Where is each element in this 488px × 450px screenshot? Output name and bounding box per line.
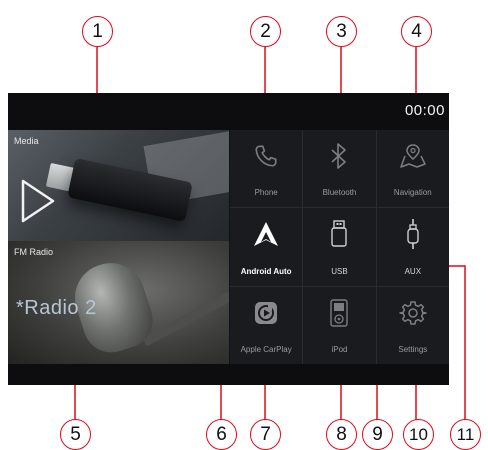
aux-button[interactable]: AUX xyxy=(376,208,449,286)
callout-9: 9 xyxy=(362,419,393,450)
head-unit-screen: 00:00 Media FM Radio *Radio 2 Phone Blue… xyxy=(8,93,449,385)
ipod-icon xyxy=(322,296,356,330)
mic-stand-graphic xyxy=(142,285,229,347)
callout-10: 10 xyxy=(403,419,434,450)
navigation-label: Navigation xyxy=(393,188,432,198)
fm-radio-label: FM Radio xyxy=(14,247,54,257)
callout-3: 3 xyxy=(326,16,357,47)
android-auto-button[interactable]: Android Auto xyxy=(230,208,303,286)
map-pin-icon xyxy=(396,139,430,173)
android-auto-icon xyxy=(249,217,283,251)
bluetooth-button[interactable]: Bluetooth xyxy=(303,130,376,208)
usb-label: USB xyxy=(331,266,348,276)
callout-11: 11 xyxy=(450,419,481,450)
usb-drive-icon xyxy=(322,217,356,251)
usb-button[interactable]: USB xyxy=(303,208,376,286)
phone-button[interactable]: Phone xyxy=(230,130,303,208)
settings-button[interactable]: Settings xyxy=(376,286,449,364)
bottom-strip xyxy=(8,364,449,385)
media-tile[interactable]: Media xyxy=(8,130,229,241)
status-bar: 00:00 xyxy=(8,93,449,130)
callout-5: 5 xyxy=(60,419,91,450)
apple-carplay-label: Apple CarPlay xyxy=(240,345,292,354)
radio-station-name: *Radio 2 xyxy=(16,297,97,319)
callout-1: 1 xyxy=(82,16,113,47)
phone-icon xyxy=(249,139,283,173)
callout-6: 6 xyxy=(206,419,237,450)
aux-plug-icon xyxy=(396,217,430,251)
fm-radio-tile[interactable]: FM Radio *Radio 2 xyxy=(8,241,229,364)
bluetooth-label: Bluetooth xyxy=(322,188,357,198)
ipod-label: iPod xyxy=(331,345,348,354)
phone-label: Phone xyxy=(254,188,278,198)
callout-8: 8 xyxy=(326,419,357,450)
play-icon xyxy=(21,179,55,223)
gear-icon xyxy=(396,296,430,330)
callout-7: 7 xyxy=(250,419,281,450)
carplay-icon xyxy=(249,296,283,330)
callout-4: 4 xyxy=(401,16,432,47)
app-grid: Phone Bluetooth Navigation Android Auto xyxy=(230,130,449,364)
clock: 00:00 xyxy=(404,102,445,119)
ipod-button[interactable]: iPod xyxy=(303,286,376,364)
bluetooth-icon xyxy=(322,139,356,173)
callout-2: 2 xyxy=(250,16,281,47)
navigation-button[interactable]: Navigation xyxy=(376,130,449,208)
settings-label: Settings xyxy=(398,345,428,354)
aux-label: AUX xyxy=(404,266,422,276)
apple-carplay-button[interactable]: Apple CarPlay xyxy=(230,286,303,364)
android-auto-label: Android Auto xyxy=(240,266,292,276)
media-label: Media xyxy=(14,136,39,146)
